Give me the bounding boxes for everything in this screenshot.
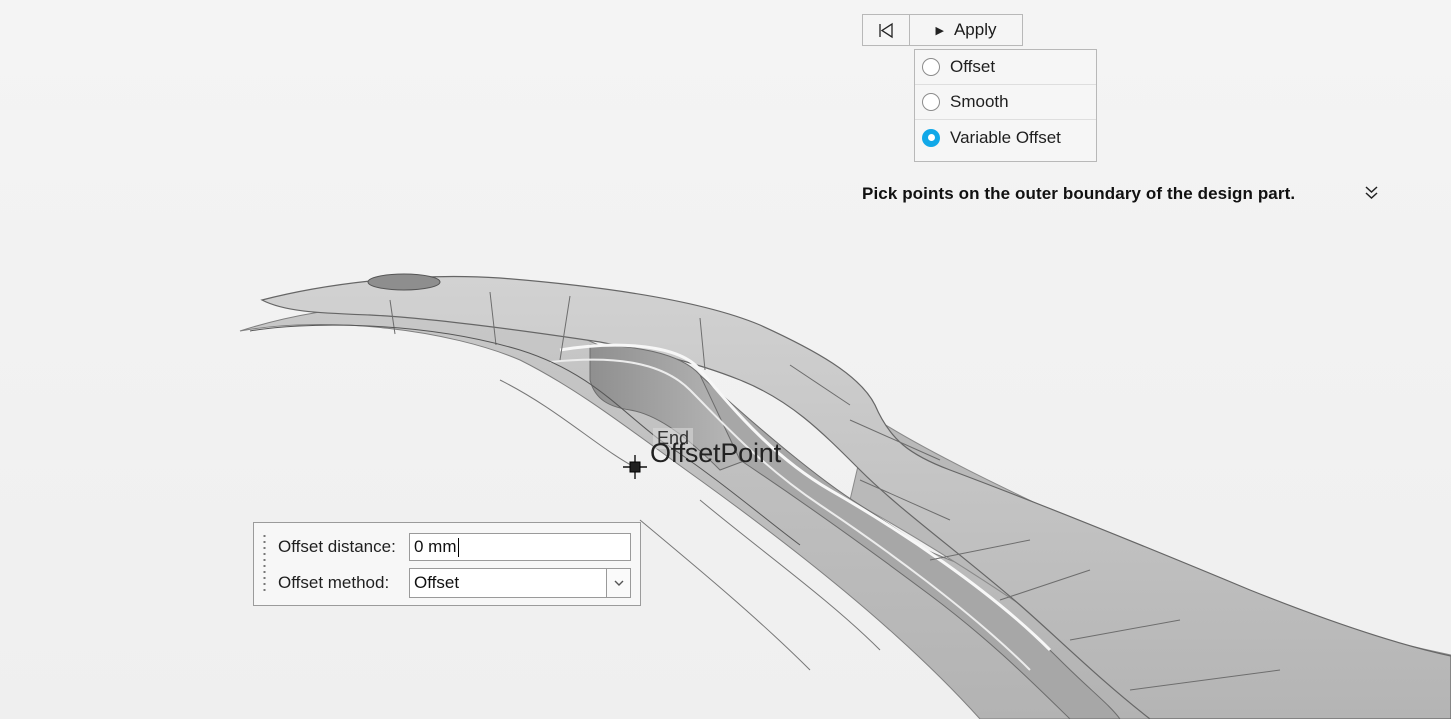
drag-handle-icon[interactable]: [263, 533, 266, 595]
rewind-button[interactable]: [862, 14, 910, 46]
chevron-down-icon: [614, 580, 623, 586]
offset-microdialog: Offset distance: 0 mm Offset method: Off…: [253, 522, 641, 606]
option-offset[interactable]: Offset: [915, 50, 1096, 85]
option-smooth[interactable]: Smooth: [915, 85, 1096, 120]
offset-option-label: Offset: [950, 57, 996, 76]
apply-button[interactable]: ▶ Apply: [910, 14, 1023, 46]
offset-method-select[interactable]: Offset: [409, 568, 607, 598]
play-icon: ▶: [935, 24, 944, 37]
smooth-option-label: Smooth: [950, 92, 1009, 111]
double-chevron-down-icon[interactable]: [1363, 184, 1380, 202]
apply-label: Apply: [953, 20, 997, 39]
offset-method-row: Offset method: Offset: [278, 568, 631, 598]
offset-point-label: OffsetPoint: [650, 438, 781, 468]
option-variable-offset[interactable]: Variable Offset: [915, 120, 1096, 155]
rewind-start-icon: [878, 22, 893, 38]
offset-distance-input[interactable]: 0 mm: [409, 533, 631, 561]
crosshair-marker-icon: [623, 455, 647, 479]
offset-distance-label: Offset distance:: [278, 537, 396, 556]
text-caret: [457, 537, 459, 557]
offset-method-options: Offset Smooth Variable Offset: [914, 49, 1097, 162]
offset-radio[interactable]: [922, 58, 940, 76]
variable-offset-option-label: Variable Offset: [950, 127, 1061, 147]
design-part-model[interactable]: [0, 0, 1451, 719]
part-hole: [367, 273, 441, 291]
smooth-radio[interactable]: [922, 93, 940, 111]
offset-distance-row: Offset distance: 0 mm: [278, 533, 631, 561]
offset-method-label: Offset method:: [278, 573, 390, 592]
graphics-viewport[interactable]: [0, 0, 1451, 719]
variable-offset-radio[interactable]: [922, 128, 940, 147]
instruction-text: Pick points on the outer boundary of the…: [862, 184, 1296, 203]
offset-distance-value: 0 mm: [414, 537, 457, 556]
offset-method-dropdown-button[interactable]: [607, 568, 631, 598]
feature-toolbar: ▶ Apply: [862, 14, 1023, 47]
offset-method-value: Offset: [414, 573, 460, 592]
